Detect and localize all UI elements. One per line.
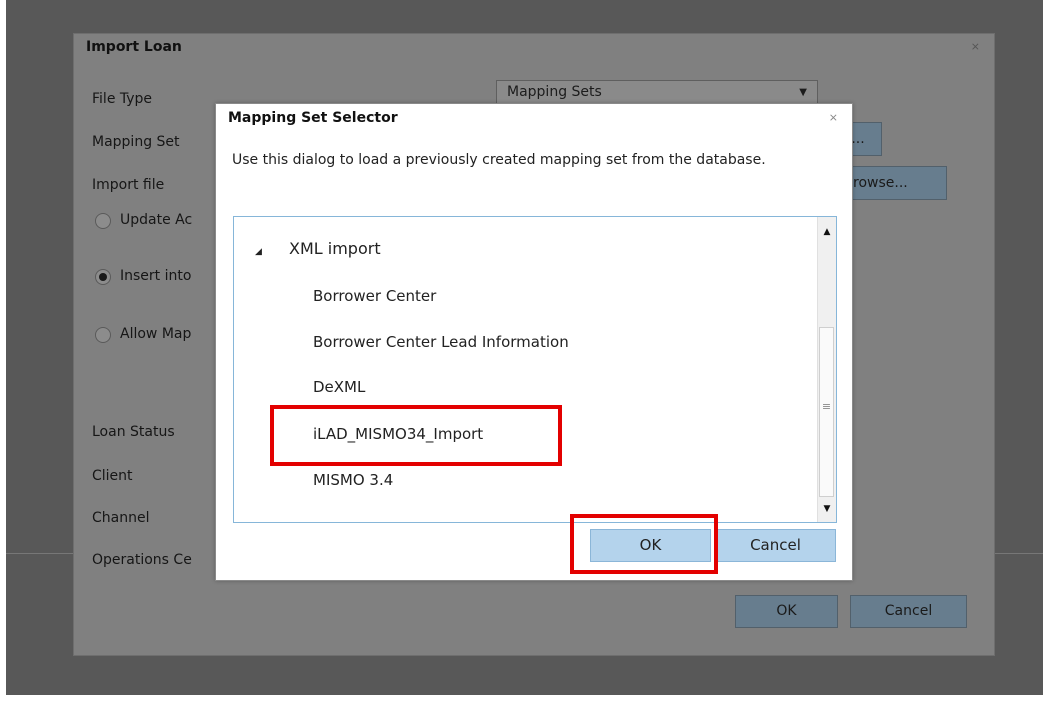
outer-ok-button[interactable]: OK [735, 595, 838, 628]
channel-label: Channel [92, 510, 150, 526]
radio-insert[interactable] [95, 269, 111, 285]
chevron-down-icon: ▼ [799, 87, 807, 98]
mapping-set-selector-dialog: Mapping Set Selector ⨯ Use this dialog t… [215, 103, 853, 581]
dialog-description: Use this dialog to load a previously cre… [232, 152, 766, 168]
cancel-button[interactable]: Cancel [715, 529, 836, 562]
scrollbar-thumb[interactable]: ≡ [819, 327, 834, 497]
close-icon[interactable]: ⨯ [971, 40, 980, 53]
outer-cancel-button[interactable]: Cancel [850, 595, 967, 628]
file-type-select[interactable]: Mapping Sets ▼ [496, 80, 818, 104]
radio-allow-map-label: Allow Map [120, 326, 192, 342]
operations-center-label: Operations Ce [92, 552, 192, 568]
file-type-label: File Type [92, 91, 153, 107]
highlight-ok-button [570, 514, 718, 574]
mapping-set-list[interactable]: ◢ XML import Borrower Center Borrower Ce… [233, 216, 837, 523]
left-margin [0, 0, 6, 705]
radio-insert-label: Insert into [120, 268, 192, 284]
radio-allow-map[interactable] [95, 327, 111, 343]
file-type-value: Mapping Sets [507, 84, 602, 100]
tree-group-xml-import[interactable]: XML import [289, 239, 381, 258]
tree-expand-icon[interactable]: ◢ [255, 247, 262, 257]
radio-update[interactable] [95, 213, 111, 229]
list-item[interactable]: Borrower Center Lead Information [313, 333, 569, 351]
bottom-margin [0, 695, 1043, 705]
list-item[interactable]: Borrower Center [313, 287, 436, 305]
loan-status-label: Loan Status [92, 424, 175, 440]
close-icon[interactable]: ⨯ [829, 111, 838, 124]
import-file-label: Import file [92, 177, 165, 193]
scrollbar[interactable]: ▲ ≡ ▼ [817, 217, 836, 522]
list-item[interactable]: MISMO 3.4 [313, 471, 393, 489]
scroll-up-icon[interactable]: ▲ [818, 223, 836, 241]
radio-update-label: Update Ac [120, 212, 193, 228]
import-loan-title: Import Loan [86, 39, 182, 55]
list-item[interactable]: DeXML [313, 378, 365, 396]
highlight-selected-item [270, 405, 562, 466]
mapping-set-label: Mapping Set [92, 134, 180, 150]
grip-icon: ≡ [821, 400, 832, 413]
client-label: Client [92, 468, 133, 484]
mapping-set-selector-title: Mapping Set Selector [228, 110, 398, 126]
scroll-down-icon[interactable]: ▼ [818, 500, 836, 518]
